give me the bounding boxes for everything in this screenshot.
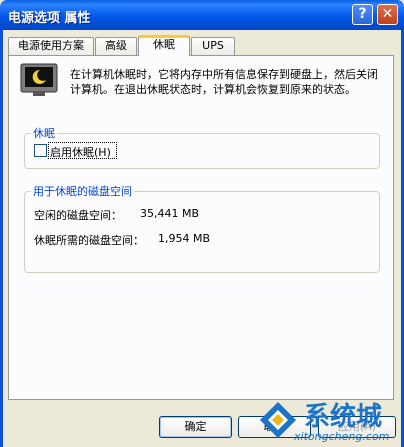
watermark-logo-icon (260, 402, 296, 438)
required-space-row: 休眠所需的磁盘空间： 1,954 MB (34, 232, 374, 247)
ok-button[interactable]: 确定 (159, 416, 232, 438)
watermark: 系统城 xitongcheng.com (258, 398, 404, 447)
tab-advanced[interactable]: 高级 (95, 37, 137, 55)
free-space-row: 空闲的磁盘空间： 35,441 MB (34, 207, 374, 222)
disk-space-group-title: 用于休眠的磁盘空间 (31, 183, 134, 199)
tab-label: 电源使用方案 (18, 39, 84, 52)
tab-power-schemes[interactable]: 电源使用方案 (8, 37, 94, 55)
watermark-url: xitongcheng.com (294, 430, 390, 443)
ok-button-label: 确定 (184, 420, 207, 433)
focus-rectangle (48, 142, 117, 159)
tab-label: UPS (202, 39, 224, 52)
hibernate-group-title: 休眠 (31, 125, 57, 141)
hibernate-monitor-icon (20, 63, 58, 96)
tab-label: 休眠 (153, 38, 175, 51)
close-button[interactable]: ✕ (377, 4, 398, 25)
close-icon: ✕ (381, 6, 394, 22)
window-title: 电源选项 属性 (8, 11, 91, 26)
free-space-value: 35,441 MB (140, 207, 200, 220)
required-space-value: 1,954 MB (158, 232, 211, 245)
tab-hibernate[interactable]: 休眠 (138, 35, 190, 56)
help-icon: ? (358, 6, 367, 22)
hibernate-description: 在计算机休眠时，它将内存中所有信息保存到硬盘上，然后关闭计算机。在退出休眠状态时… (70, 68, 378, 96)
power-options-dialog: 电源选项 属性 ? ✕ 电源使用方案 高级 休眠 UPS 在计算机休眠时，它将内… (0, 0, 404, 447)
tab-ups[interactable]: UPS (191, 37, 235, 55)
required-space-label: 休眠所需的磁盘空间： (34, 234, 144, 247)
enable-hibernate-checkbox[interactable] (34, 144, 47, 157)
help-button[interactable]: ? (352, 4, 373, 25)
window-frame-left (0, 30, 3, 447)
watermark-name: 系统城 (304, 402, 383, 432)
free-space-label: 空闲的磁盘空间： (34, 209, 122, 222)
title-bar[interactable]: 电源选项 属性 ? ✕ (0, 0, 404, 30)
tab-label: 高级 (105, 39, 127, 52)
